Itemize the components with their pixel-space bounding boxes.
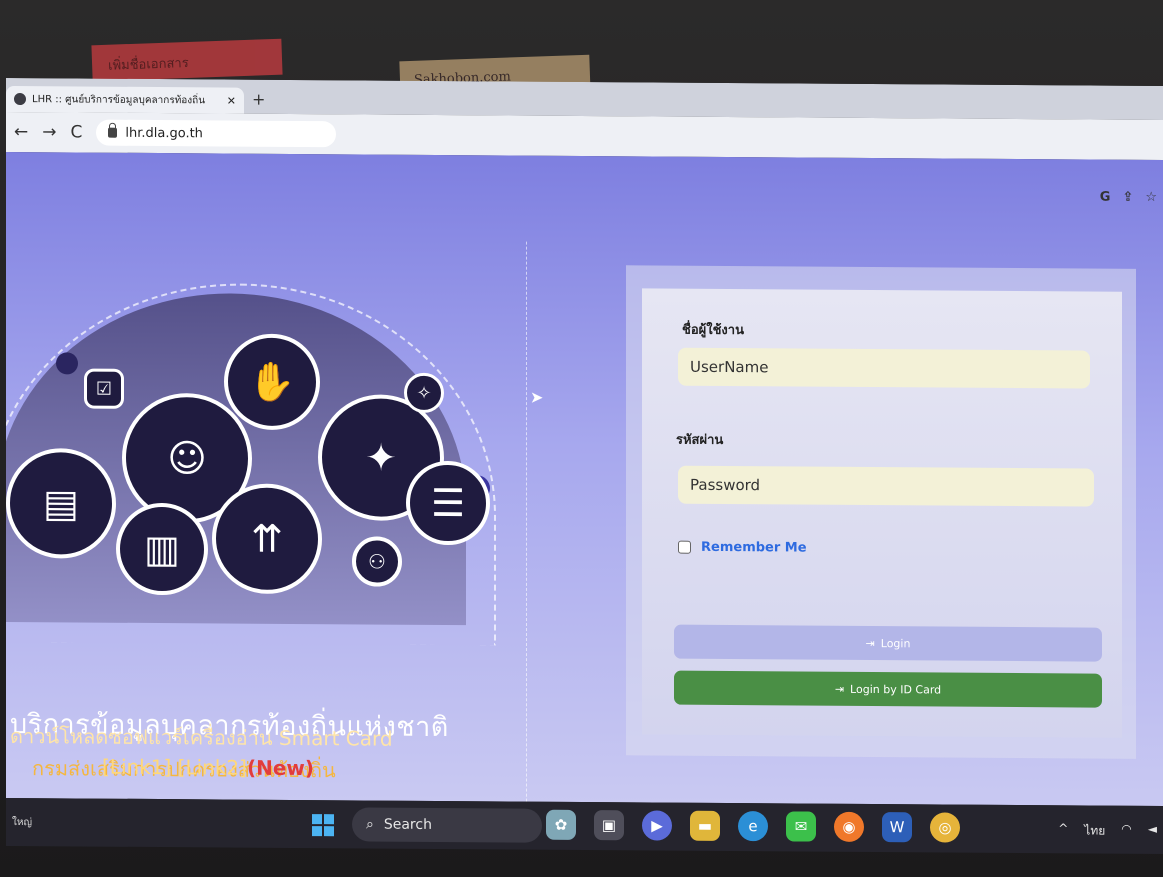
system-tray: ^ ไทย ◠ ◄ [1058, 821, 1157, 841]
username-input[interactable] [678, 347, 1090, 389]
back-arrow-icon[interactable]: ← [14, 122, 28, 142]
url-omnibox[interactable]: lhr.dla.go.th [96, 119, 337, 148]
handshake-icon: ✋ [224, 333, 320, 431]
sign-in-icon: ⇥ [865, 636, 875, 650]
tab-title: LHR :: ศูนย์บริการข้อมูลบุคลากรท้องถิ่น [32, 93, 206, 106]
tray-language[interactable]: ไทย [1084, 821, 1105, 840]
task-view-icon[interactable]: ▣ [594, 810, 624, 841]
password-input[interactable] [678, 465, 1094, 507]
line-icon[interactable]: ✉ [786, 811, 816, 842]
new-tab-button[interactable]: + [252, 90, 265, 109]
search-icon: ⌕ [366, 816, 374, 833]
star-icon[interactable]: ☆ [1145, 190, 1157, 205]
login-button-label: Login [880, 636, 911, 650]
remember-checkbox[interactable] [678, 540, 691, 554]
lock-icon [108, 127, 118, 138]
clipboard-icon: ☑ [84, 368, 124, 409]
word-icon[interactable]: W [882, 812, 912, 843]
username-label: ชื่อผู้ใช้งาน [682, 322, 744, 339]
growth-chart-icon: ▥ [116, 502, 208, 596]
wifi-icon[interactable]: ◠ [1121, 822, 1131, 841]
password-label: รหัสผ่าน [676, 432, 724, 448]
forward-arrow-icon[interactable]: → [42, 122, 56, 142]
new-badge: (New) [246, 755, 315, 781]
network-icon: ⚇ [352, 536, 402, 587]
taskbar-apps: ✿ ▣ ▶ ▬ e ✉ ◉ W ◎ [546, 809, 960, 843]
browser-tab[interactable]: LHR :: ศูนย์บริการข้อมูลบุคลากรท้องถิ่น … [6, 85, 244, 114]
windows-start-icon[interactable] [312, 814, 334, 837]
remember-label: Remember Me [701, 539, 807, 556]
download-text: ดาวน์โหลดซอฟแวร์เครื่องอ่าน Smart Card [10, 723, 393, 751]
login-idcard-button[interactable]: ⇥ Login by ID Card [674, 670, 1102, 708]
speaker-icon[interactable]: ◄ [1148, 822, 1157, 841]
decor-dot [56, 352, 78, 375]
login-idcard-label: Login by ID Card [850, 682, 942, 696]
sign-in-icon: ⇥ [834, 682, 845, 696]
download-links: [Link1] [Link2](New) [102, 755, 314, 780]
firefox-icon[interactable]: ◉ [834, 811, 864, 842]
chat-icon[interactable]: ▶ [642, 810, 672, 841]
laptop-screen: LHR :: ศูนย์บริการข้อมูลบุคลากรท้องถิ่น … [6, 77, 1163, 856]
file-explorer-icon[interactable]: ▬ [690, 810, 720, 841]
taskbar-search[interactable]: ⌕ Search [352, 807, 542, 843]
vertical-divider [526, 241, 527, 802]
presentation-icon: ▤ [6, 447, 116, 559]
chevron-up-icon[interactable]: ^ [1058, 821, 1068, 840]
site-favicon-icon [14, 93, 26, 106]
tab-close-icon[interactable]: ✕ [227, 94, 236, 107]
hero-illustration: ☑ ☺ ✋ ▤ ✦ ✧ ▥ ⇈ ☰ ⚇ [6, 272, 516, 646]
photo-frame: เพิ่มชื่อเอกสาร Sakhobon.com LHR :: ศูนย… [0, 0, 1163, 877]
widgets-icon[interactable]: ✿ [546, 809, 576, 840]
edge-icon[interactable]: e [738, 811, 768, 842]
url-text: lhr.dla.go.th [125, 125, 203, 141]
taskbar-search-label: Search [383, 816, 432, 833]
windows-taskbar: ใหญ่ ⌕ Search ✿ ▣ ▶ ▬ e ✉ ◉ W ◎ ^ ไทย ◠ [6, 797, 1163, 855]
checklist-person-icon: ☰ [406, 460, 490, 546]
taskbar-left-text: ใหญ่ [12, 816, 32, 828]
download-link-1[interactable]: [Link1] [102, 755, 171, 779]
reload-icon[interactable]: C [71, 122, 83, 142]
browser-toolbar-icons: G ⇪ ☆ [1100, 190, 1157, 205]
mouse-cursor-icon: ➤ [530, 387, 544, 407]
remember-me[interactable]: Remember Me [678, 540, 807, 556]
lightbulb-icon: ✧ [404, 372, 444, 414]
login-button[interactable]: ⇥ Login [674, 624, 1102, 662]
head-arrow-icon: ⇈ [212, 483, 322, 595]
chrome-icon[interactable]: ◎ [930, 812, 960, 843]
google-icon[interactable]: G [1100, 190, 1111, 205]
sticky-note-left: เพิ่มชื่อเอกสาร [91, 38, 283, 82]
download-link-2[interactable]: [Link2] [178, 755, 247, 779]
share-icon[interactable]: ⇪ [1122, 190, 1133, 205]
